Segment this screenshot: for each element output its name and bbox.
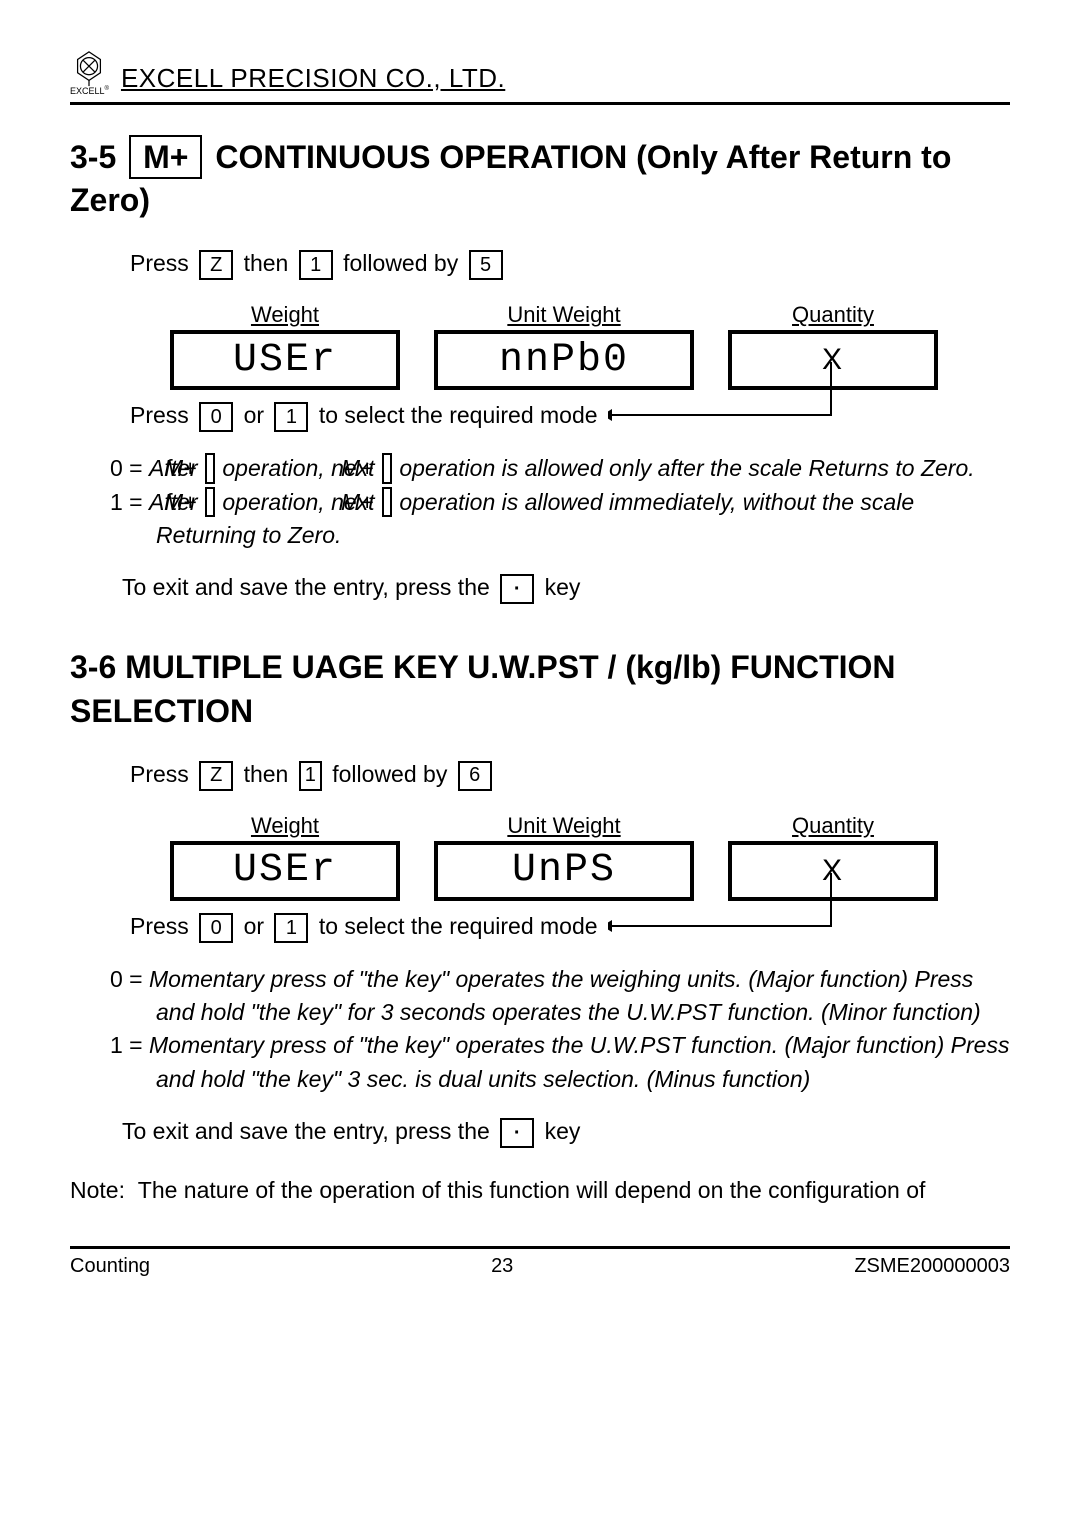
logo: EXCELL® (70, 50, 109, 96)
page-footer: Counting 23 ZSME200000003 (70, 1246, 1010, 1278)
select-mode-row-35: Press 0 or 1 to select the required mode (130, 398, 1010, 432)
label-unit-weight: Unit Weight (507, 813, 620, 839)
definitions-36: 0 = Momentary press of "the key" operate… (110, 963, 1010, 1096)
mplus-inline-key: M+ (382, 453, 392, 483)
key-z: Z (199, 250, 233, 280)
displays-36: Weight USEr Unit Weight UnPS Quantity X (170, 813, 1010, 901)
mplus-inline-key: M+ (205, 453, 215, 483)
key-dot: · (500, 574, 534, 604)
label-unit-weight: Unit Weight (507, 302, 620, 328)
key-0: 0 (199, 402, 233, 432)
footer-page-number: 23 (491, 1255, 513, 1278)
key-dot: · (500, 1118, 534, 1148)
select-mode-row-36: Press 0 or 1 to select the required mode (130, 909, 1010, 943)
connector-h (610, 925, 832, 927)
step-press-keys-35: Press Z then 1 followed by 5 (130, 250, 1010, 280)
section-3-6-title: 3-6 MULTIPLE UAGE KEY U.W.PST / (kg/lb) … (70, 646, 1010, 732)
logo-icon (70, 50, 108, 88)
label-weight: Weight (251, 813, 319, 839)
mplus-inline-key: M+ (382, 487, 392, 517)
exit-row-36: To exit and save the entry, press the · … (122, 1118, 1010, 1148)
key-0: 0 (199, 913, 233, 943)
step-press-keys-36: Press Z then 1 followed by 6 (130, 761, 1010, 791)
key-z: Z (199, 761, 233, 791)
display-quantity: X (728, 841, 938, 901)
header-rule (70, 102, 1010, 105)
connector-v (830, 362, 832, 414)
page-header: EXCELL® EXCELL PRECISION CO., LTD. (70, 50, 1010, 96)
company-name: EXCELL PRECISION CO., LTD. (121, 63, 505, 96)
label-quantity: Quantity (792, 813, 874, 839)
display-weight: USEr (170, 330, 400, 390)
footer-right: ZSME200000003 (854, 1255, 1010, 1278)
display-weight: USEr (170, 841, 400, 901)
label-weight: Weight (251, 302, 319, 328)
footer-left: Counting (70, 1255, 150, 1278)
key-5: 5 (469, 250, 503, 280)
key-6: 6 (458, 761, 492, 791)
key-1b: 1 (274, 913, 308, 943)
section-3-5-title: 3-5 M+ CONTINUOUS OPERATION (Only After … (70, 135, 1010, 222)
key-1: 1 (299, 761, 322, 791)
definitions-35: 0 = After M+ operation, next M+ operatio… (110, 452, 1010, 552)
display-unit-weight: nnPb0 (434, 330, 694, 390)
display-unit-weight: UnPS (434, 841, 694, 901)
mplus-key-box: M+ (129, 135, 202, 179)
connector-h (610, 414, 832, 416)
displays-35: Weight USEr Unit Weight nnPb0 Quantity X (170, 302, 1010, 390)
connector-v (830, 873, 832, 925)
mplus-inline-key: M+ (205, 487, 215, 517)
exit-row-35: To exit and save the entry, press the · … (122, 574, 1010, 604)
note: Note: The nature of the operation of thi… (70, 1174, 1010, 1206)
label-quantity: Quantity (792, 302, 874, 328)
display-quantity: X (728, 330, 938, 390)
key-1b: 1 (274, 402, 308, 432)
logo-subtext: EXCELL® (70, 86, 109, 96)
key-1: 1 (299, 250, 333, 280)
